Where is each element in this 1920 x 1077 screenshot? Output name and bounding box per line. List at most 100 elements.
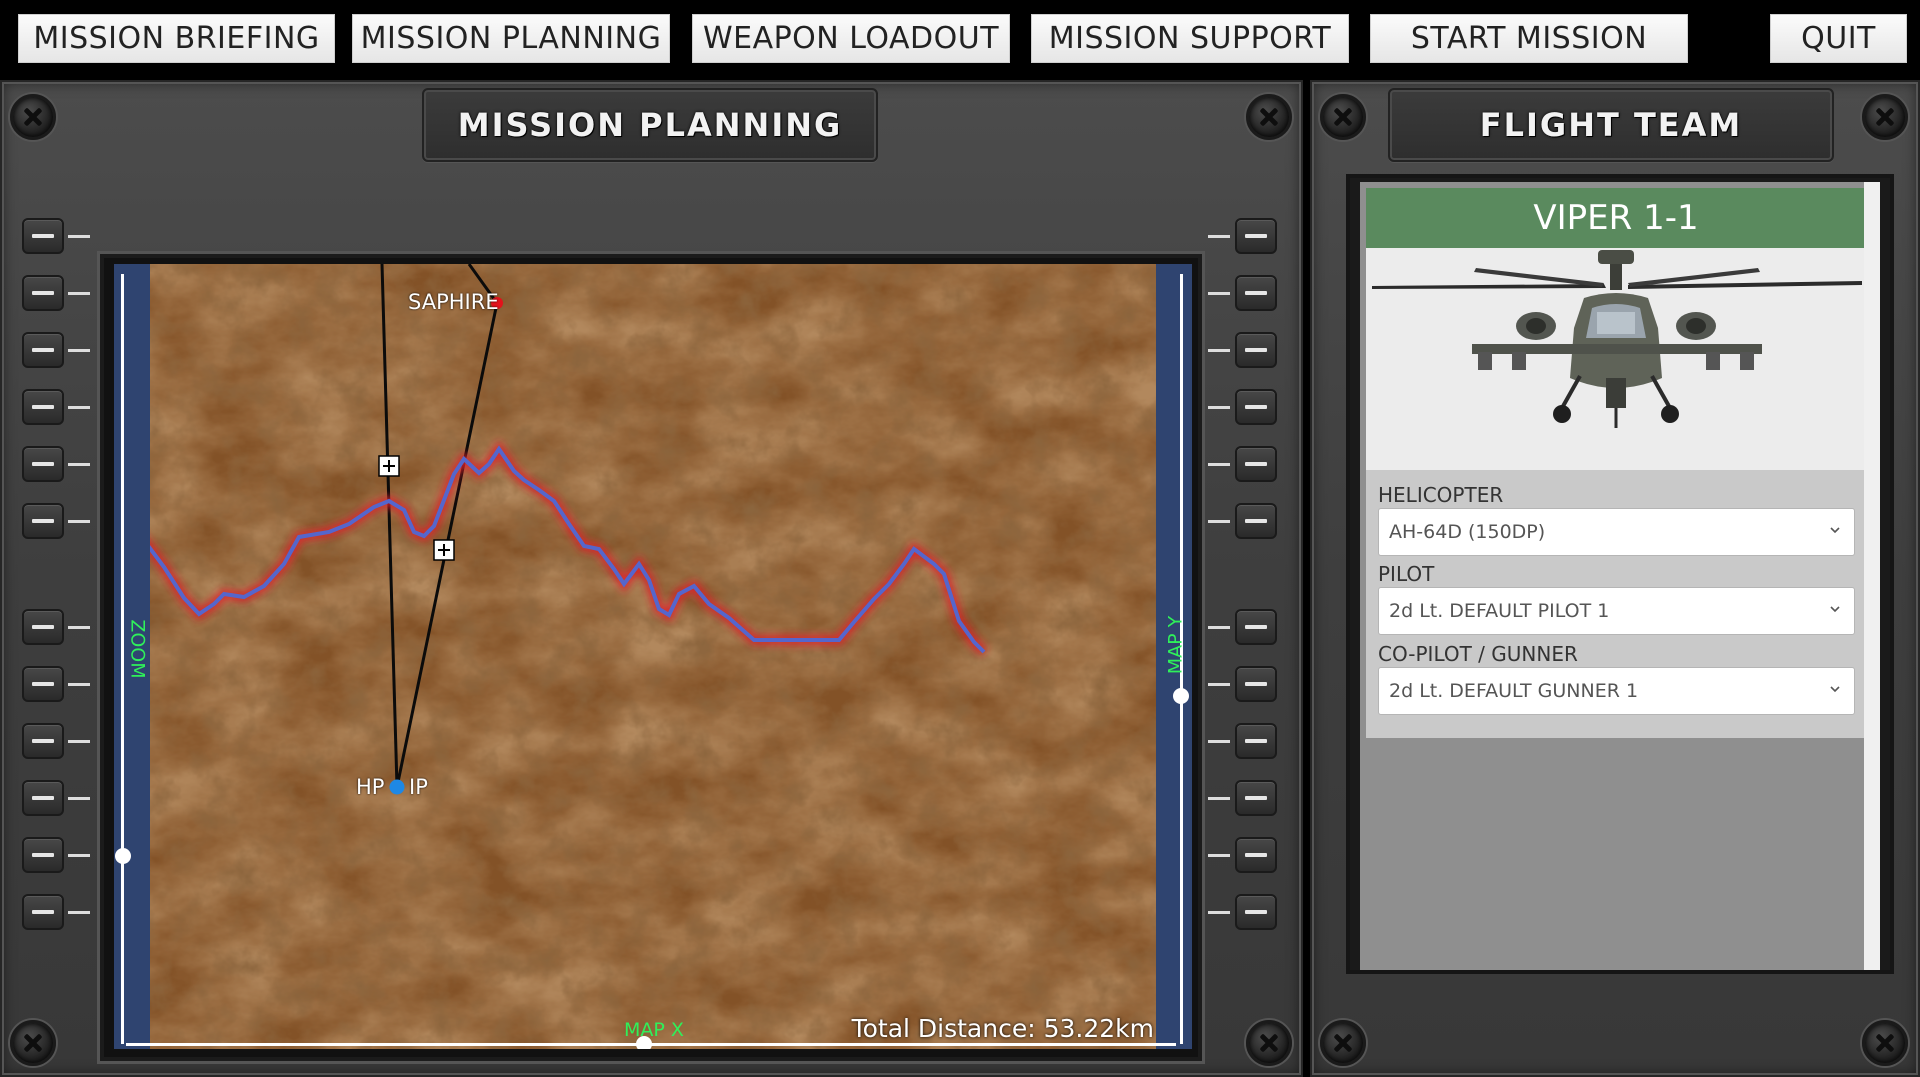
copilot-gunner-label: CO-PILOT / GUNNER [1378, 642, 1578, 666]
zoom-slider-handle[interactable] [115, 848, 131, 864]
nav-start-mission-button[interactable]: START MISSION [1370, 14, 1688, 63]
bezel-tick [1208, 292, 1230, 295]
pilot-select-value: 2d Lt. DEFAULT PILOT 1 [1389, 600, 1610, 622]
waypoint-hp-ip[interactable] [389, 779, 405, 795]
left-bezel-button-7[interactable] [22, 609, 64, 645]
bezel-tick [1208, 911, 1230, 914]
pilot-label: PILOT [1378, 562, 1435, 586]
nav-mission-planning-button[interactable]: MISSION PLANNING [352, 14, 670, 63]
top-nav-bar: MISSION BRIEFING MISSION PLANNING WEAPON… [0, 0, 1920, 80]
map-display-frame: ZOOM MAP Y MAP X SAPHIRE HP IP Total Dis… [100, 254, 1202, 1061]
right-bezel-button-7[interactable] [1235, 609, 1277, 645]
right-bezel-button-1[interactable] [1235, 218, 1277, 254]
bezel-tick [1208, 626, 1230, 629]
bezel-tick [68, 740, 90, 743]
total-distance-readout: Total Distance: 53.22km [851, 1014, 1154, 1043]
right-bezel-button-9[interactable] [1235, 723, 1277, 759]
left-bezel-button-9[interactable] [22, 723, 64, 759]
right-bezel-button-3[interactable] [1235, 332, 1277, 368]
left-bezel-button-4[interactable] [22, 389, 64, 425]
route-midpoint-marker[interactable] [433, 539, 455, 561]
bezel-tick [68, 683, 90, 686]
screw-icon [1862, 94, 1908, 140]
screw-icon [1862, 1020, 1908, 1066]
waypoint-hp-label: HP [356, 775, 385, 799]
pilot-select[interactable]: 2d Lt. DEFAULT PILOT 1 [1378, 587, 1855, 635]
terrain-map [114, 264, 1192, 1049]
right-bezel-button-11[interactable] [1235, 837, 1277, 873]
nav-mission-support-button[interactable]: MISSION SUPPORT [1031, 14, 1349, 63]
nav-quit-button[interactable]: QUIT [1770, 14, 1907, 63]
screw-icon [1320, 94, 1366, 140]
flight-team-screen: VIPER 1-1 HELICOPTER AH-64D (150DP) PILO… [1346, 174, 1894, 974]
helicopter-label: HELICOPTER [1378, 483, 1504, 507]
callsign-header: VIPER 1-1 [1366, 188, 1866, 248]
flight-team-title: FLIGHT TEAM [1388, 88, 1834, 162]
flight-team-panel: FLIGHT TEAM VIPER 1-1 HELICOPTER AH-64D … [1310, 80, 1920, 1077]
bezel-tick [68, 797, 90, 800]
bezel-tick [68, 406, 90, 409]
bezel-tick [68, 235, 90, 238]
left-bezel-button-3[interactable] [22, 332, 64, 368]
left-bezel-button-6[interactable] [22, 503, 64, 539]
copilot-gunner-select[interactable]: 2d Lt. DEFAULT GUNNER 1 [1378, 667, 1855, 715]
flight-member-card: VIPER 1-1 HELICOPTER AH-64D (150DP) PILO… [1366, 188, 1866, 738]
bezel-tick [68, 349, 90, 352]
bezel-tick [1208, 854, 1230, 857]
map-y-slider-rail[interactable]: MAP Y [1156, 264, 1192, 1049]
mission-planning-title: MISSION PLANNING [422, 88, 878, 162]
left-bezel-button-12[interactable] [22, 894, 64, 930]
right-bezel-button-2[interactable] [1235, 275, 1277, 311]
flight-team-list[interactable]: VIPER 1-1 HELICOPTER AH-64D (150DP) PILO… [1360, 182, 1880, 970]
screw-icon [10, 94, 56, 140]
screw-icon [1246, 94, 1292, 140]
screw-icon [1320, 1020, 1366, 1066]
mission-map[interactable]: ZOOM MAP Y MAP X SAPHIRE HP IP Total Dis… [114, 264, 1192, 1049]
waypoint-ip-label: IP [409, 775, 428, 799]
bezel-tick [68, 292, 90, 295]
copilot-gunner-select-value: 2d Lt. DEFAULT GUNNER 1 [1389, 680, 1639, 702]
right-bezel-button-8[interactable] [1235, 666, 1277, 702]
apache-helicopter-icon [1372, 250, 1862, 428]
left-bezel-button-1[interactable] [22, 218, 64, 254]
right-bezel-button-10[interactable] [1235, 780, 1277, 816]
chevron-down-icon [1830, 606, 1840, 613]
map-y-slider-handle[interactable] [1173, 688, 1189, 704]
bezel-tick [1208, 797, 1230, 800]
chevron-down-icon [1830, 686, 1840, 693]
screw-icon [1246, 1020, 1292, 1066]
helicopter-select[interactable]: AH-64D (150DP) [1378, 508, 1855, 556]
bezel-tick [1208, 349, 1230, 352]
waypoint-saphire-label: SAPHIRE [408, 290, 499, 314]
bezel-tick [68, 520, 90, 523]
bezel-tick [1208, 406, 1230, 409]
flight-team-scrollbar[interactable] [1864, 182, 1880, 970]
nav-mission-briefing-button[interactable]: MISSION BRIEFING [18, 14, 335, 63]
bezel-tick [68, 854, 90, 857]
left-bezel-button-11[interactable] [22, 837, 64, 873]
bezel-tick [68, 626, 90, 629]
right-bezel-button-4[interactable] [1235, 389, 1277, 425]
left-bezel-button-5[interactable] [22, 446, 64, 482]
map-y-label: MAP Y [1164, 615, 1187, 675]
left-bezel-button-2[interactable] [22, 275, 64, 311]
zoom-label: ZOOM [126, 619, 149, 679]
left-bezel-button-10[interactable] [22, 780, 64, 816]
map-x-slider-handle[interactable] [636, 1036, 652, 1049]
bezel-tick [68, 463, 90, 466]
helicopter-image [1366, 248, 1866, 470]
right-bezel-button-6[interactable] [1235, 503, 1277, 539]
route-midpoint-marker[interactable] [378, 455, 400, 477]
helicopter-select-value: AH-64D (150DP) [1389, 521, 1546, 543]
bezel-tick [1208, 235, 1230, 238]
bezel-tick [68, 911, 90, 914]
right-bezel-button-12[interactable] [1235, 894, 1277, 930]
chevron-down-icon [1830, 527, 1840, 534]
bezel-tick [1208, 463, 1230, 466]
bezel-tick [1208, 683, 1230, 686]
right-bezel-button-5[interactable] [1235, 446, 1277, 482]
nav-weapon-loadout-button[interactable]: WEAPON LOADOUT [692, 14, 1010, 63]
left-bezel-button-8[interactable] [22, 666, 64, 702]
zoom-slider-rail[interactable]: ZOOM [114, 264, 150, 1049]
screw-icon [10, 1020, 56, 1066]
